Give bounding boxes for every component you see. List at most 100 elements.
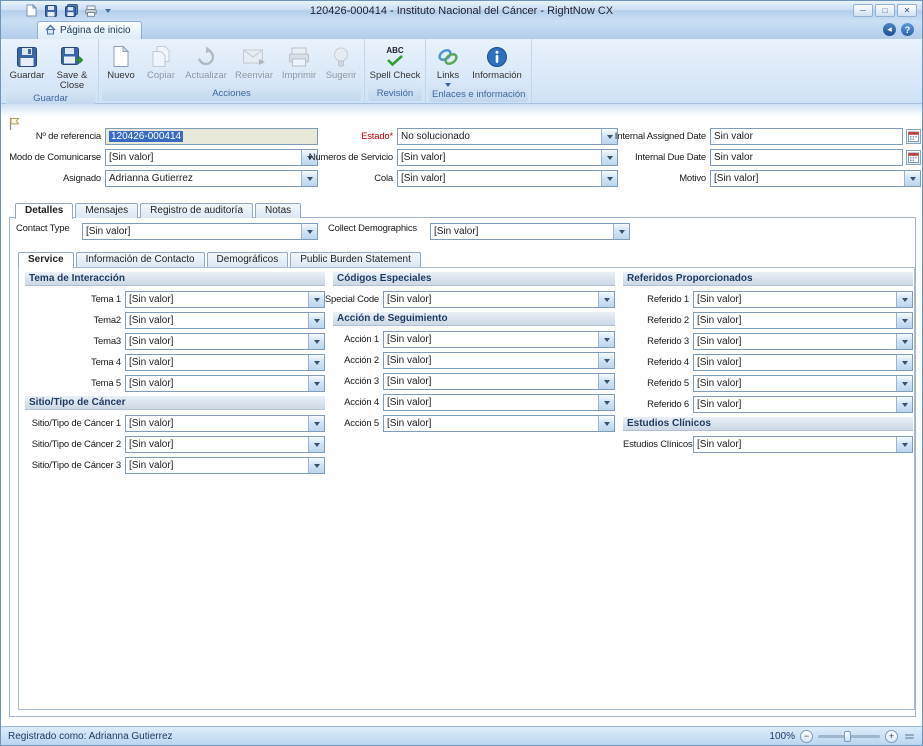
- dropdown-arrow-icon[interactable]: [896, 334, 912, 349]
- special-code-select[interactable]: [Sin valor]: [383, 291, 615, 308]
- calendar-icon[interactable]: [906, 150, 921, 165]
- tab-demograficos[interactable]: Demográficos: [207, 252, 289, 267]
- help-icon[interactable]: ?: [901, 23, 914, 36]
- dropdown-arrow-icon[interactable]: [598, 416, 614, 431]
- tab-service[interactable]: Service: [18, 252, 74, 268]
- sitio-tipo-cancer-1-select[interactable]: [Sin valor]: [125, 415, 325, 432]
- dropdown-arrow-icon[interactable]: [301, 224, 317, 239]
- internal-assigned-date-field[interactable]: Sin valor: [710, 128, 903, 145]
- copiar-button[interactable]: Copiar: [141, 41, 181, 86]
- dropdown-arrow-icon[interactable]: [308, 437, 324, 452]
- zoom-out-button[interactable]: −: [800, 730, 813, 743]
- close-button[interactable]: ✕: [897, 4, 917, 17]
- imprimir-button[interactable]: Imprimir: [278, 41, 320, 86]
- tema-3-select[interactable]: [Sin valor]: [125, 333, 325, 350]
- sitio-tipo-cancer-3-select[interactable]: [Sin valor]: [125, 457, 325, 474]
- nuevo-button[interactable]: Nuevo: [102, 41, 140, 86]
- referido-4-select[interactable]: [Sin valor]: [693, 354, 913, 371]
- selected-value: [Sin valor]: [129, 460, 173, 471]
- sitio-tipo-cancer-2-select[interactable]: [Sin valor]: [125, 436, 325, 453]
- tab-detalles[interactable]: Detalles: [15, 203, 73, 219]
- field-label: Referido 2: [623, 315, 689, 326]
- dropdown-arrow-icon[interactable]: [896, 376, 912, 391]
- links-dropdown-icon[interactable]: [445, 83, 451, 87]
- actualizar-button[interactable]: Actualizar: [182, 41, 230, 86]
- dropdown-arrow-icon[interactable]: [598, 292, 614, 307]
- info-icon: [486, 43, 508, 70]
- quick-access-dropdown-icon[interactable]: [105, 9, 111, 13]
- maximize-button[interactable]: □: [875, 4, 895, 17]
- dropdown-arrow-icon[interactable]: [598, 353, 614, 368]
- minimize-button[interactable]: ─: [853, 4, 873, 17]
- accion-1-select[interactable]: [Sin valor]: [383, 331, 615, 348]
- dropdown-arrow-icon[interactable]: [598, 395, 614, 410]
- dropdown-arrow-icon[interactable]: [598, 332, 614, 347]
- tab-informacion-de-contacto[interactable]: Información de Contacto: [76, 252, 205, 267]
- resize-grip-icon[interactable]: [905, 734, 914, 739]
- save-all-icon[interactable]: [63, 3, 79, 18]
- tema-1-select[interactable]: [Sin valor]: [125, 291, 325, 308]
- column-referidos-estudios: Referidos Proporcionados Referido 1 [Sin…: [623, 272, 913, 457]
- navigation-icon[interactable]: ◂: [883, 23, 896, 36]
- tab-registro-de-auditoria[interactable]: Registro de auditoría: [140, 203, 253, 218]
- application-window: 120426-000414 - Instituto Nacional del C…: [0, 0, 923, 746]
- referido-3-select[interactable]: [Sin valor]: [693, 333, 913, 350]
- spell-check-button[interactable]: ABC Spell Check: [368, 41, 422, 86]
- contact-type-select[interactable]: [Sin valor]: [82, 223, 318, 240]
- button-label: Reenviar: [235, 71, 273, 81]
- asignado-select[interactable]: Adrianna Gutierrez: [105, 170, 318, 187]
- accion-2-select[interactable]: [Sin valor]: [383, 352, 615, 369]
- tab-public-burden-statement[interactable]: Public Burden Statement: [290, 252, 421, 267]
- referido-1-select[interactable]: [Sin valor]: [693, 291, 913, 308]
- tema-4-select[interactable]: [Sin valor]: [125, 354, 325, 371]
- guardar-button[interactable]: Guardar: [6, 41, 48, 91]
- accion-3-select[interactable]: [Sin valor]: [383, 373, 615, 390]
- referido-5-select[interactable]: [Sin valor]: [693, 375, 913, 392]
- tema-5-select[interactable]: [Sin valor]: [125, 375, 325, 392]
- dropdown-arrow-icon[interactable]: [598, 374, 614, 389]
- accion-4-select[interactable]: [Sin valor]: [383, 394, 615, 411]
- links-button[interactable]: Links: [429, 41, 467, 87]
- modo-de-comunicarse-select[interactable]: [Sin valor]: [105, 149, 318, 166]
- dropdown-arrow-icon[interactable]: [896, 313, 912, 328]
- tab-notas[interactable]: Notas: [255, 203, 301, 218]
- dropdown-arrow-icon[interactable]: [896, 355, 912, 370]
- dropdown-arrow-icon[interactable]: [896, 397, 912, 412]
- collect-demographics-select[interactable]: [Sin valor]: [430, 223, 630, 240]
- dropdown-arrow-icon[interactable]: [896, 292, 912, 307]
- sugerir-button[interactable]: Sugerir: [321, 41, 361, 86]
- ribbon-group-label: Acciones: [102, 87, 361, 101]
- dropdown-arrow-icon[interactable]: [613, 224, 629, 239]
- zoom-slider[interactable]: [818, 735, 880, 738]
- button-label: Spell Check: [370, 71, 421, 81]
- referido-2-select[interactable]: [Sin valor]: [693, 312, 913, 329]
- field-label: Internal Assigned Date: [603, 131, 706, 142]
- cola-select[interactable]: [Sin valor]: [397, 170, 618, 187]
- reenviar-button[interactable]: Reenviar: [231, 41, 277, 86]
- ribbon-shadow: [1, 104, 922, 117]
- zoom-slider-thumb[interactable]: [844, 731, 851, 742]
- calendar-icon[interactable]: [906, 129, 921, 144]
- dropdown-arrow-icon[interactable]: [904, 171, 920, 186]
- accion-5-select[interactable]: [Sin valor]: [383, 415, 615, 432]
- estado-select[interactable]: No solucionado: [397, 128, 618, 145]
- field-label: Referido 6: [623, 399, 689, 410]
- button-label: Sugerir: [326, 71, 357, 81]
- numeros-de-servicio-select[interactable]: [Sin valor]: [397, 149, 618, 166]
- tema-2-select[interactable]: [Sin valor]: [125, 312, 325, 329]
- informacion-button[interactable]: Información: [468, 41, 526, 87]
- print-icon[interactable]: [83, 3, 99, 18]
- estudios-clinicos-select[interactable]: [Sin valor]: [693, 436, 913, 453]
- internal-due-date-field[interactable]: Sin valor: [710, 149, 903, 166]
- zoom-in-button[interactable]: +: [885, 730, 898, 743]
- save-icon[interactable]: [43, 3, 59, 18]
- new-document-icon[interactable]: [23, 3, 39, 18]
- referido-6-select[interactable]: [Sin valor]: [693, 396, 913, 413]
- tab-mensajes[interactable]: Mensajes: [75, 203, 138, 218]
- save-and-close-button[interactable]: Save & Close: [49, 41, 95, 91]
- reference-number-field[interactable]: 120426-000414: [105, 128, 318, 145]
- dropdown-arrow-icon[interactable]: [896, 437, 912, 452]
- dropdown-arrow-icon[interactable]: [308, 458, 324, 473]
- motivo-select[interactable]: [Sin valor]: [710, 170, 921, 187]
- tab-pagina-de-inicio[interactable]: Página de inicio: [37, 21, 142, 39]
